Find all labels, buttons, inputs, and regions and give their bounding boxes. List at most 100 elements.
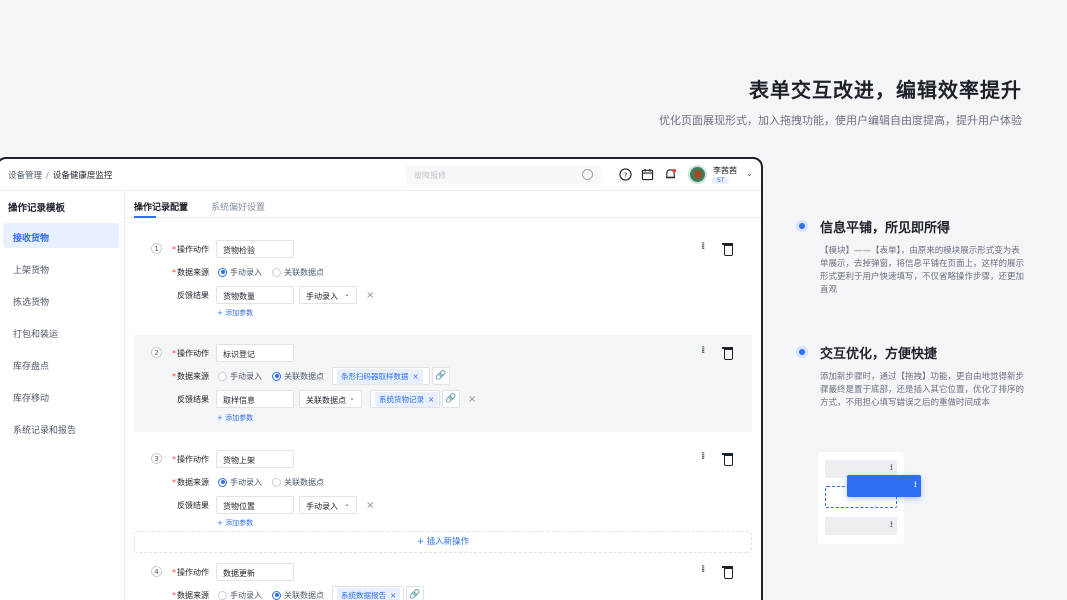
data-point-tag: 条形扫码器取样数据 × <box>337 368 423 384</box>
step-number: 1 <box>151 243 162 254</box>
breadcrumb-current: 设备健康度监控 <box>52 171 113 181</box>
step-card: 4 *操作动作 数据更新 *数据来源 手动录入 关联数据点 系统数据报告 × 🔗 … <box>134 555 752 600</box>
step-card: 1 *操作动作 货物检验 *数据来源 手动录入 关联数据点 反馈结果 货物数量 … <box>134 231 752 325</box>
help-icon[interactable]: ? <box>619 168 632 181</box>
action-input[interactable]: 货物上架 <box>216 450 294 468</box>
add-param-button[interactable]: + 添加参数 <box>217 413 253 423</box>
feedback-mode-select[interactable]: 手动录入 ⌄ <box>299 496 357 514</box>
step-number: 2 <box>151 347 162 358</box>
action-input[interactable]: 标识登记 <box>216 344 294 362</box>
tag-close-icon[interactable]: × <box>413 372 419 381</box>
illustration-dragged-row: ⁞⁞ <box>847 475 921 497</box>
field-label: *操作动作 <box>172 348 209 358</box>
tag-close-icon[interactable]: × <box>390 591 396 600</box>
radio-linked[interactable]: 关联数据点 <box>272 590 324 600</box>
trash-icon[interactable] <box>722 566 733 579</box>
sidebar-item-receive[interactable]: 接收货物 <box>3 223 119 248</box>
field-label: *操作动作 <box>172 244 209 254</box>
sidebar-item-move[interactable]: 库存移动 <box>3 383 119 408</box>
chevron-down-icon: ⌄ <box>344 500 350 508</box>
svg-text:?: ? <box>624 170 628 179</box>
close-icon[interactable]: × <box>468 394 476 405</box>
step-number: 4 <box>151 566 162 577</box>
link-icon[interactable]: 🔗 <box>432 367 450 385</box>
drag-handle-icon[interactable]: ⁞⁞ <box>701 345 706 356</box>
feature-description: 【模块】——【表单】，由原来的模块展示形式变为表单展示，去掉弹窗，将信息平铺在页… <box>820 246 1025 295</box>
insert-operation-button[interactable]: + 插入新操作 <box>134 531 752 553</box>
hero-title: 表单交互改进，编辑效率提升 <box>749 78 1022 102</box>
sidebar-item-pack-ship[interactable]: 打包和装运 <box>3 319 119 344</box>
tag-close-icon[interactable]: × <box>428 395 434 404</box>
add-param-button[interactable]: + 添加参数 <box>217 308 253 318</box>
source-tag-field[interactable]: 系统数据报告 × <box>332 586 404 600</box>
feedback-input[interactable]: 货物位置 <box>216 496 294 514</box>
field-label: 反馈结果 <box>177 290 209 300</box>
feature-bullet-icon <box>796 220 808 232</box>
chevron-down-icon: ⌄ <box>344 290 350 298</box>
bell-icon[interactable] <box>664 168 677 181</box>
close-icon[interactable]: × <box>366 500 374 511</box>
tab-active-indicator <box>134 216 156 218</box>
trash-icon[interactable] <box>722 243 733 256</box>
field-label: *操作动作 <box>172 567 209 577</box>
tab-bar: 操作记录配置 系统偏好设置 <box>125 191 761 218</box>
main-content: 操作记录配置 系统偏好设置 1 *操作动作 货物检验 *数据来源 手动录入 关联… <box>125 191 761 600</box>
breadcrumb: 设备管理 / 设备健康度监控 <box>8 169 112 181</box>
radio-manual[interactable]: 手动录入 <box>218 267 262 278</box>
drag-handle-icon[interactable]: ⁞⁞ <box>701 451 706 462</box>
data-point-tag: 系统数据报告 × <box>337 587 401 600</box>
avatar[interactable] <box>688 165 707 184</box>
data-point-tag: 系统货物记录 × <box>375 391 439 407</box>
field-label: *数据来源 <box>172 371 209 381</box>
user-role-badge: ST <box>712 177 730 184</box>
sidebar-item-pick[interactable]: 拣选货物 <box>3 287 119 312</box>
field-label: *数据来源 <box>172 267 209 277</box>
feature-title: 交互优化，方便快捷 <box>820 347 938 362</box>
radio-linked[interactable]: 关联数据点 <box>272 267 324 278</box>
breadcrumb-separator: / <box>46 171 49 181</box>
breadcrumb-item[interactable]: 设备管理 <box>8 171 42 181</box>
step-card: 2 *操作动作 标识登记 *数据来源 手动录入 关联数据点 条形扫码器取样数据 ×… <box>134 335 752 432</box>
feedback-tag-field[interactable]: 系统货物记录 × <box>370 390 440 408</box>
drag-handle-icon[interactable]: ⁞⁞ <box>701 564 706 575</box>
feature-title: 信息平铺，所见即所得 <box>820 221 951 236</box>
tab-operation-config[interactable]: 操作记录配置 <box>134 200 188 213</box>
sidebar-item-stocktake[interactable]: 库存盘点 <box>3 351 119 376</box>
drag-illustration: ⁞⁞ ⁞⁞ <box>818 452 904 544</box>
chevron-down-icon: ⌄ <box>349 394 355 402</box>
sidebar-item-shelve[interactable]: 上架货物 <box>3 255 119 280</box>
illustration-row: ⁞⁞ <box>825 517 897 535</box>
hero-subtitle: 优化页面展现形式，加入拖拽功能，使用户编辑自由度提高，提升用户体验 <box>659 114 1022 127</box>
search-input[interactable]: 故障报修 <box>406 165 601 185</box>
step-card: 3 *操作动作 货物上架 *数据来源 手动录入 关联数据点 反馈结果 货物位置 … <box>134 442 752 532</box>
link-icon[interactable]: 🔗 <box>406 586 424 600</box>
trash-icon[interactable] <box>722 453 733 466</box>
add-param-button[interactable]: + 添加参数 <box>217 518 253 528</box>
feature-bullet-icon <box>796 346 808 358</box>
action-input[interactable]: 数据更新 <box>216 563 294 581</box>
tab-system-preferences[interactable]: 系统偏好设置 <box>211 200 265 213</box>
drag-handle-icon[interactable]: ⁞⁞ <box>701 241 706 252</box>
feedback-input[interactable]: 取样信息 <box>216 390 294 408</box>
step-number: 3 <box>151 453 162 464</box>
radio-manual[interactable]: 手动录入 <box>218 477 262 488</box>
feedback-mode-select[interactable]: 手动录入 ⌄ <box>299 286 357 304</box>
calendar-icon[interactable] <box>641 168 654 181</box>
feature-description: 添加新步骤时，通过【拖拽】功能，更自由地觉得新步骤最终是置于底部，还是插入其它位… <box>820 372 1025 408</box>
close-icon[interactable]: × <box>366 290 374 301</box>
sidebar-item-reports[interactable]: 系统记录和报告 <box>3 415 119 440</box>
radio-linked[interactable]: 关联数据点 <box>272 477 324 488</box>
radio-manual[interactable]: 手动录入 <box>218 371 262 382</box>
radio-linked[interactable]: 关联数据点 <box>272 371 324 382</box>
search-placeholder: 故障报修 <box>414 171 446 180</box>
chevron-down-icon[interactable]: ⌄ <box>746 169 753 178</box>
trash-icon[interactable] <box>722 347 733 360</box>
feedback-input[interactable]: 货物数量 <box>216 286 294 304</box>
radio-manual[interactable]: 手动录入 <box>218 590 262 600</box>
app-window: 设备管理 / 设备健康度监控 故障报修 ? 李茜茜 ST ⌄ 操作记录模板 接收货物… <box>0 157 763 600</box>
feedback-mode-select[interactable]: 关联数据点 ⌄ <box>299 390 362 408</box>
action-input[interactable]: 货物检验 <box>216 240 294 258</box>
link-icon[interactable]: 🔗 <box>442 390 460 408</box>
source-tag-field[interactable]: 条形扫码器取样数据 × <box>332 367 430 385</box>
search-icon[interactable] <box>582 169 593 180</box>
